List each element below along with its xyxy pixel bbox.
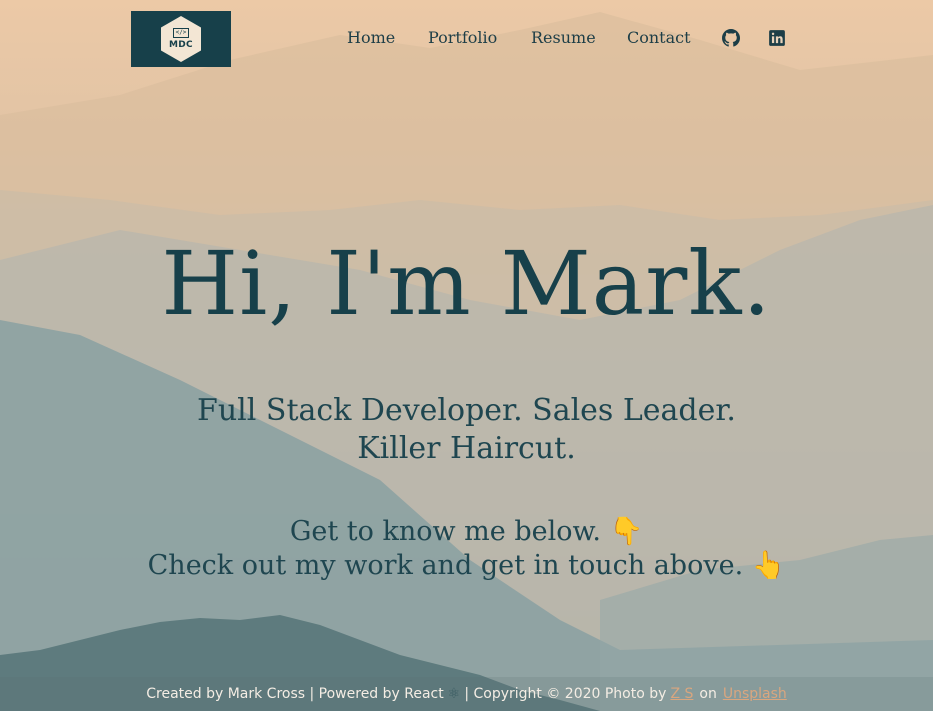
hero-heading: Hi, I'm Mark. <box>161 232 772 335</box>
tagline-line-1: Full Stack Developer. Sales Leader. <box>197 393 736 428</box>
tagline-line-2: Killer Haircut. <box>357 431 576 466</box>
nav-resume[interactable]: Resume <box>531 28 596 48</box>
know-me-line: Get to know me below. 👇 <box>289 516 644 547</box>
hero-subtext: Get to know me below. 👇 Check out my wor… <box>0 515 933 583</box>
github-icon[interactable] <box>722 29 740 47</box>
photographer-link[interactable]: Z S <box>670 686 693 702</box>
linkedin-icon[interactable] <box>768 29 786 47</box>
page-footer: Created by Mark Cross | Powered by React… <box>0 677 933 711</box>
footer-on-text: on <box>699 686 717 702</box>
unsplash-link[interactable]: Unsplash <box>723 686 787 702</box>
nav-home[interactable]: Home <box>347 28 395 48</box>
nav-contact[interactable]: Contact <box>627 28 691 48</box>
nav-portfolio[interactable]: Portfolio <box>428 28 497 48</box>
mountain-background <box>0 12 933 711</box>
footer-created-text: Created by Mark Cross | Powered by React <box>146 686 444 702</box>
hero-tagline: Full Stack Developer. Sales Leader. Kill… <box>0 392 933 468</box>
check-work-line: Check out my work and get in touch above… <box>147 550 786 581</box>
top-nav: Home Portfolio Resume Contact <box>0 28 933 48</box>
footer-copyright-text: | Copyright © 2020 Photo by <box>464 686 667 702</box>
react-icon: ⚛ <box>447 686 461 702</box>
